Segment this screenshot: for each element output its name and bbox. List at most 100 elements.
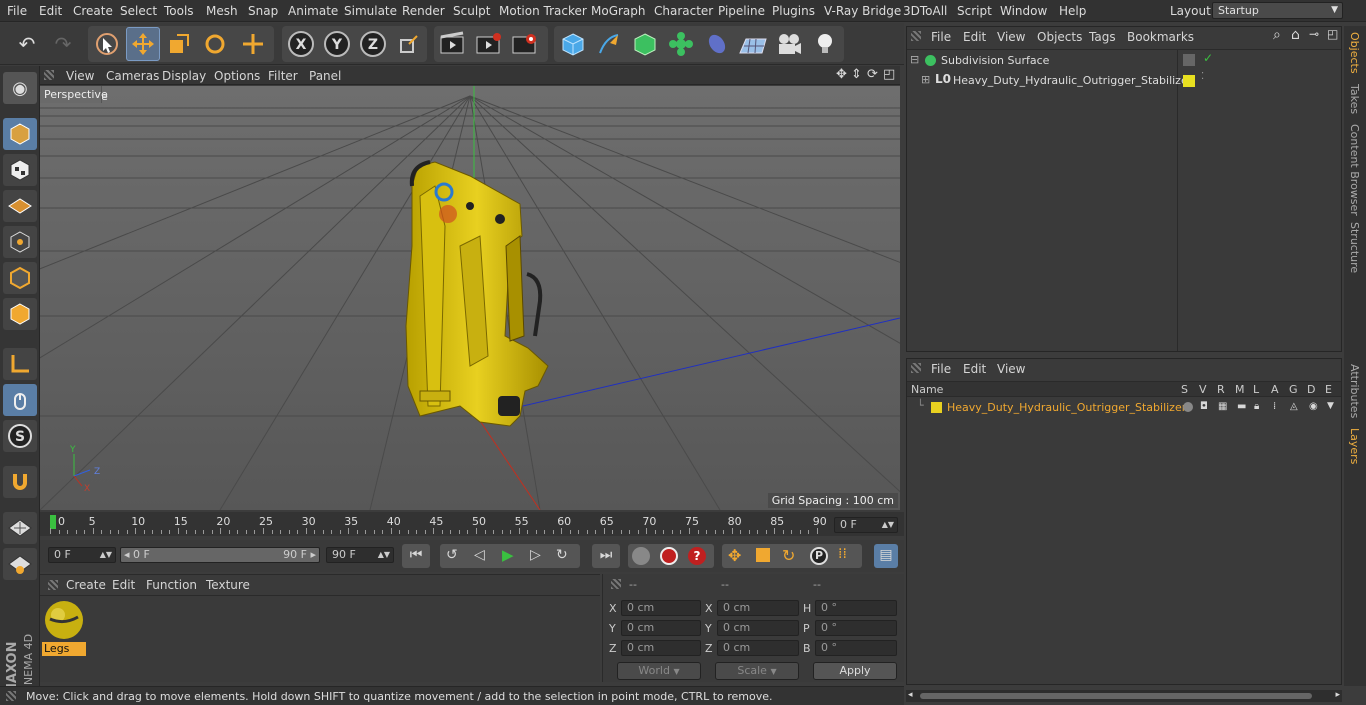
- render-view-icon[interactable]: [436, 27, 470, 61]
- material-menu-texture[interactable]: Texture: [206, 578, 250, 592]
- back-icon[interactable]: ⊸: [1309, 27, 1319, 41]
- tab-takes[interactable]: Takes: [1348, 84, 1361, 114]
- generator-toggle-icon[interactable]: ◬: [1290, 401, 1298, 412]
- menu-file[interactable]: File: [7, 4, 27, 18]
- coord-size-field[interactable]: 0 cm: [717, 600, 799, 616]
- scrollbar-thumb[interactable]: [920, 693, 1312, 699]
- collapse-icon[interactable]: ⊟: [910, 53, 919, 66]
- layers-menu-edit[interactable]: Edit: [963, 362, 986, 376]
- polygons-mode-icon[interactable]: [3, 298, 37, 330]
- viewport-perspective[interactable]: Perspective Y Z X Perspective Grid Spaci…: [40, 86, 900, 510]
- render-toggle-icon[interactable]: ▦: [1218, 401, 1227, 412]
- live-select-icon[interactable]: [90, 27, 124, 61]
- axis-mode-icon[interactable]: [3, 348, 37, 380]
- coord-size-field[interactable]: 0 cm: [717, 640, 799, 656]
- viewport-menu-filter[interactable]: Filter: [268, 69, 298, 83]
- object-row-subdivision[interactable]: ⊟ Subdivision Surface ✓: [907, 51, 1341, 71]
- layer-tag-icon[interactable]: [1183, 54, 1195, 66]
- coord-position-field[interactable]: 0 cm: [621, 620, 701, 636]
- layer-column-v[interactable]: V: [1199, 383, 1207, 396]
- solo-mode-icon[interactable]: S: [3, 420, 37, 452]
- subdivision-surface-icon[interactable]: [628, 27, 662, 61]
- layer-row[interactable]: └ Heavy_Duty_Hydraulic_Outrigger_Stabili…: [907, 399, 1341, 417]
- rotate-view-icon[interactable]: ⟳: [867, 67, 878, 82]
- material-menu-create[interactable]: Create: [66, 578, 106, 592]
- expand-icon[interactable]: ⊞: [921, 73, 930, 86]
- pen-spline-icon[interactable]: [592, 27, 626, 61]
- layers-menu-view[interactable]: View: [997, 362, 1025, 376]
- next-frame-icon[interactable]: ▷: [530, 547, 541, 563]
- animation-toggle-icon[interactable]: ⁞: [1273, 401, 1276, 412]
- layer-name[interactable]: Heavy_Duty_Hydraulic_Outrigger_Stabilize…: [947, 401, 1186, 414]
- layer-column-s[interactable]: S: [1181, 383, 1188, 396]
- tab-attributes[interactable]: Attributes: [1348, 364, 1361, 418]
- horizontal-scrollbar[interactable]: ◂ ▸: [906, 690, 1342, 702]
- floor-icon[interactable]: [736, 27, 770, 61]
- previous-frame-icon[interactable]: ◁: [474, 547, 485, 563]
- menu-window[interactable]: Window: [1000, 4, 1047, 18]
- layer-column-l[interactable]: L: [1253, 383, 1259, 396]
- solo-toggle-icon[interactable]: [1183, 402, 1193, 412]
- layer-column-a[interactable]: A: [1271, 383, 1279, 396]
- layout-select[interactable]: Startup ▼: [1212, 2, 1343, 19]
- coord-rotation-field[interactable]: 0 °: [815, 620, 897, 636]
- viewport-menu-options[interactable]: Options: [214, 69, 260, 83]
- tweak-mode-icon[interactable]: [3, 384, 37, 416]
- expression-toggle-icon[interactable]: ▼: [1327, 401, 1334, 411]
- light-icon[interactable]: [808, 27, 842, 61]
- tab-objects[interactable]: Objects: [1348, 32, 1361, 74]
- x-axis-lock-icon[interactable]: X: [284, 27, 318, 61]
- material-menu-function[interactable]: Function: [146, 578, 197, 592]
- keyframe-selection-icon[interactable]: [632, 547, 650, 565]
- objects-menu-view[interactable]: View: [997, 30, 1025, 44]
- objects-menu-tags[interactable]: Tags: [1089, 30, 1116, 44]
- cloner-icon[interactable]: [664, 27, 698, 61]
- layer-column-name[interactable]: Name: [911, 383, 943, 396]
- make-editable-icon[interactable]: ◉: [3, 72, 37, 104]
- go-to-end-icon[interactable]: ⏭: [592, 544, 620, 568]
- coord-rotation-field[interactable]: 0 °: [815, 640, 897, 656]
- menu-3dtoall[interactable]: 3DToAll: [903, 4, 947, 18]
- menu-select[interactable]: Select: [120, 4, 157, 18]
- start-frame-field[interactable]: 0 F ▲▼: [48, 547, 116, 563]
- rotate-tool-icon[interactable]: [198, 27, 232, 61]
- scale-tool-icon[interactable]: [162, 27, 196, 61]
- key-scale-icon[interactable]: [756, 548, 770, 562]
- menu-create[interactable]: Create: [73, 4, 113, 18]
- tab-layers[interactable]: Layers: [1348, 428, 1361, 464]
- workplane-lock-icon[interactable]: [3, 512, 37, 544]
- size-mode-select[interactable]: Scale ▼: [715, 662, 799, 680]
- objects-menu-objects[interactable]: Objects: [1037, 30, 1082, 44]
- model-mode-icon[interactable]: [3, 118, 37, 150]
- current-frame-field[interactable]: 0 F ▲▼: [834, 517, 898, 533]
- panel-grip-icon[interactable]: [611, 579, 621, 589]
- material-swatch[interactable]: Legs: [42, 599, 86, 657]
- y-axis-lock-icon[interactable]: Y: [320, 27, 354, 61]
- workplane-icon[interactable]: [3, 190, 37, 222]
- menu-plugins[interactable]: Plugins: [772, 4, 815, 18]
- search-icon[interactable]: ⌕: [1273, 27, 1281, 43]
- key-rotation-icon[interactable]: ↻: [782, 546, 795, 565]
- menu-motion-tracker[interactable]: Motion Tracker: [499, 4, 587, 18]
- panel-grip-icon[interactable]: [48, 580, 58, 590]
- lock-icon[interactable]: 🔒︎: [1254, 401, 1259, 412]
- menu-pipeline[interactable]: Pipeline: [718, 4, 765, 18]
- objects-menu-edit[interactable]: Edit: [963, 30, 986, 44]
- menu-simulate[interactable]: Simulate: [344, 4, 397, 18]
- coord-rotation-field[interactable]: 0 °: [815, 600, 897, 616]
- coord-position-field[interactable]: 0 cm: [621, 600, 701, 616]
- layer-column-g[interactable]: G: [1289, 383, 1298, 396]
- layer-color-swatch[interactable]: [1183, 75, 1195, 87]
- go-to-start-icon[interactable]: ⏮: [402, 544, 430, 568]
- apply-button[interactable]: Apply: [813, 662, 897, 680]
- home-icon[interactable]: ⌂: [1291, 27, 1300, 43]
- points-mode-icon[interactable]: [3, 226, 37, 258]
- timeline-window-icon[interactable]: ▤: [874, 544, 898, 568]
- texture-mode-icon[interactable]: [3, 154, 37, 186]
- camera-icon[interactable]: [772, 27, 806, 61]
- object-row-stabilizer[interactable]: ⊞ L0 Heavy_Duty_Hydraulic_Outrigger_Stab…: [907, 71, 1341, 91]
- layer-column-m[interactable]: M: [1235, 383, 1245, 396]
- redo-icon[interactable]: ↷: [46, 27, 80, 61]
- deformer-icon[interactable]: [700, 27, 734, 61]
- render-picture-viewer-icon[interactable]: [472, 27, 506, 61]
